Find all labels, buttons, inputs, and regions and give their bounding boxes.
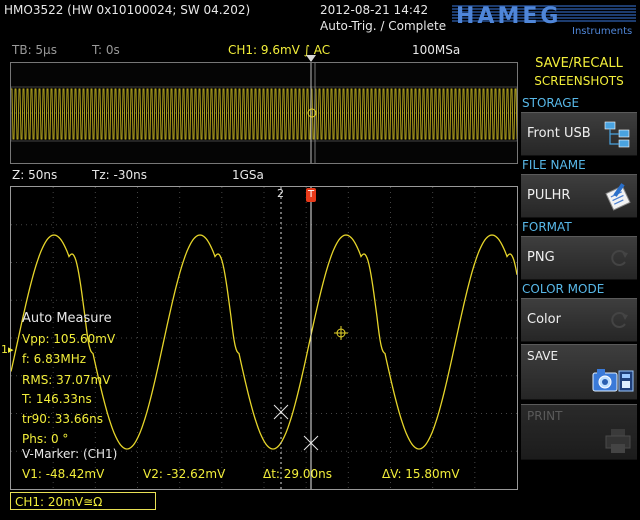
- overview-trace: [11, 88, 518, 140]
- filename-value: PULHR: [527, 188, 571, 203]
- menu-subtitle: SCREENSHOTS: [534, 74, 624, 88]
- timebase-tb: TB: 5µs: [12, 43, 57, 57]
- hameg-logo: HAMEG Instruments: [452, 2, 636, 37]
- storage-value: Front USB: [527, 126, 591, 141]
- measure-title: Auto Measure: [22, 311, 112, 326]
- zoom-tz: Tz: -30ns: [92, 168, 147, 182]
- format-value: PNG: [527, 250, 555, 265]
- filename-button[interactable]: PULHR: [521, 174, 637, 218]
- vmarker-v2: V2: -32.62mV: [143, 467, 226, 481]
- measure-rise-time: tr90: 33.66ns: [22, 412, 103, 426]
- logo-subtext: Instruments: [572, 26, 632, 36]
- menu-title: SAVE/RECALL: [535, 56, 623, 71]
- filename-label: FILE NAME: [522, 158, 586, 172]
- print-button[interactable]: PRINT: [521, 404, 637, 460]
- rotate-selector-icon: [611, 250, 628, 266]
- vmarker-title: V-Marker: (CH1): [22, 447, 118, 461]
- zoom-sample-rate: 1GSa: [232, 168, 264, 182]
- trigger-position-label: T: [308, 189, 315, 200]
- overview-screen: [10, 62, 518, 164]
- overview-ch1-waveform: [11, 88, 518, 140]
- measure-rms: RMS: 37.07mV: [22, 373, 111, 387]
- ch1-offset-marker[interactable]: 1▸: [1, 343, 14, 357]
- ch1-status-box[interactable]: CH1: 20mV≅Ω: [10, 492, 156, 510]
- print-label: PRINT: [527, 409, 563, 423]
- colormode-button[interactable]: Color: [521, 298, 637, 342]
- overview-waveform: [10, 63, 518, 163]
- edit-note-icon: [605, 183, 631, 211]
- printer-icon: [605, 429, 631, 453]
- cursor-2-label[interactable]: 2: [277, 187, 284, 201]
- vmarker-delta-v: ΔV: 15.80mV: [382, 467, 460, 481]
- camera-icon: [592, 369, 634, 392]
- zoom-z: Z: 50ns: [12, 168, 58, 182]
- sample-rate: 100MSa: [412, 43, 461, 57]
- measure-period: T: 146.33ns: [22, 392, 92, 406]
- save-button[interactable]: SAVE: [521, 344, 637, 400]
- hameg-logo-graphic: HAMEG Instruments: [452, 4, 636, 37]
- format-label: FORMAT: [522, 220, 572, 234]
- timebase-t: T: 0s: [92, 43, 120, 57]
- trigger-position-marker[interactable]: T: [306, 188, 316, 202]
- format-button[interactable]: PNG: [521, 236, 637, 280]
- storage-label: STORAGE: [522, 96, 580, 110]
- logo-text: HAMEG: [456, 4, 561, 29]
- overview-trigger-marker: [306, 55, 316, 62]
- vmarker-v1: V1: -48.42mV: [22, 467, 105, 481]
- colormode-label: COLOR MODE: [522, 282, 605, 296]
- folder-tree-icon: [604, 121, 630, 148]
- measure-frequency: f: 6.83MHz: [22, 352, 87, 366]
- measure-phase: Phs: 0 °: [22, 432, 69, 446]
- colormode-value: Color: [527, 312, 561, 327]
- measure-vpp: Vpp: 105.60mV: [22, 332, 116, 346]
- datetime: 2012-08-21 14:42: [320, 3, 429, 17]
- vmarker-delta-t: Δt: 29.00ns: [263, 467, 332, 481]
- rotate-selector-icon: [611, 312, 628, 328]
- device-info: HMO3522 (HW 0x10100024; SW 04.202): [4, 3, 251, 17]
- header-bar: HMO3522 (HW 0x10100024; SW 04.202) 2012-…: [0, 0, 640, 38]
- save-label: SAVE: [527, 349, 559, 363]
- softkey-menu: SAVE/RECALL SCREENSHOTS STORAGE Front US…: [518, 38, 640, 520]
- storage-button[interactable]: Front USB: [521, 112, 637, 156]
- trigger-status: Auto-Trig. / Complete: [320, 19, 447, 33]
